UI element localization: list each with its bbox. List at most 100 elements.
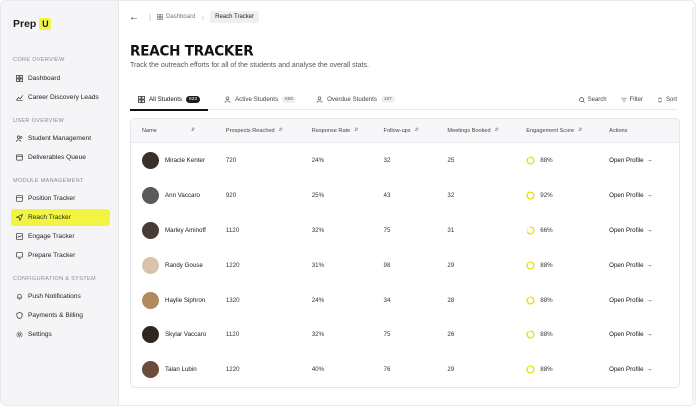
meetings-cell: 29 (447, 261, 455, 269)
divider: | (149, 12, 152, 22)
back-arrow-icon[interactable]: ← (129, 12, 143, 23)
scrollbar[interactable] (692, 7, 694, 402)
follow-ups-cell: 32 (383, 156, 391, 164)
table-body: Miracle Kenter 720 24% 32 25 88% Open Pr… (131, 143, 679, 387)
grid-icon (157, 14, 164, 20)
prospects-cell: 1220 (225, 366, 240, 374)
meetings-cell: 28 (447, 296, 455, 304)
engagement-ring-icon (526, 295, 535, 305)
sidebar-item-career-discovery-leads[interactable]: Career Discovery Leads (11, 89, 110, 106)
tab-active-students[interactable]: Active Students 656 (216, 90, 304, 110)
open-profile-label: Open Profile (609, 331, 644, 339)
engagement-ring-icon (526, 191, 535, 200)
header-prospects[interactable]: Prospects Reached ⇵ (226, 128, 312, 134)
brand-name: Prep (13, 18, 37, 30)
page-title: REACH TRACKER (130, 42, 254, 60)
engagement-score: 88% (540, 261, 553, 269)
sidebar-item-label: Career Discovery Leads (28, 94, 99, 101)
student-name: Talan Lubin (165, 366, 197, 374)
user-icon (316, 96, 323, 103)
name-cell: Randy Gouse (131, 256, 226, 274)
section-label-configuration-system: Configuration & System (13, 276, 96, 282)
engagement-cell: 66% (526, 226, 609, 235)
student-name: Marley Aminoff (165, 226, 206, 234)
header-meetings[interactable]: Meetings Booked ⇵ (447, 128, 526, 134)
table-row: Skylar Vaccaro 1120 32% 75 26 88% Open P… (131, 317, 679, 352)
header-name[interactable]: Name ⇵ (131, 128, 226, 134)
send-icon (16, 214, 23, 221)
engagement-cell: 88% (526, 261, 609, 270)
sidebar-item-engage-tracker[interactable]: Engage Tracker (11, 228, 110, 245)
follow-ups-cell: 43 (383, 191, 391, 199)
sidebar-item-deliverables-queue[interactable]: Deliverables Queue (11, 149, 110, 166)
sort-icon: ⇵ (578, 127, 583, 133)
open-profile-link[interactable]: Open Profile → (609, 297, 679, 304)
open-profile-link[interactable]: Open Profile → (609, 157, 679, 164)
header-response-rate[interactable]: Response Rate ⇵ (312, 128, 384, 134)
search-icon (578, 96, 585, 103)
name-cell: Talan Lubin (131, 361, 226, 379)
tab-label: Overdue Students (327, 96, 377, 103)
tab-label: All Students (149, 96, 183, 103)
follow-ups-cell: 75 (383, 331, 391, 339)
avatar (142, 291, 159, 309)
open-profile-link[interactable]: Open Profile → (609, 262, 679, 269)
sidebar-item-settings[interactable]: Settings (11, 326, 110, 343)
sidebar-item-reach-tracker[interactable]: Reach Tracker (11, 209, 110, 226)
sidebar-item-position-tracker[interactable]: Position Tracker (11, 190, 110, 207)
prospects-cell: 720 (225, 156, 237, 164)
name-cell: Marley Aminoff (131, 221, 226, 239)
follow-ups-cell: 75 (383, 226, 391, 234)
response-rate-cell: 24% (311, 296, 325, 304)
engagement-score: 88% (540, 366, 553, 374)
table-row: Randy Gouse 1220 31% 98 29 88% Open Prof… (131, 248, 679, 283)
brand-logo[interactable]: Prep U (13, 17, 110, 31)
section-label-core-overview: Core Overview (13, 57, 65, 63)
sort-icon: ⇵ (414, 127, 419, 133)
follow-ups-cell: 34 (383, 296, 391, 304)
prospects-cell: 1220 (225, 261, 240, 269)
sidebar-item-dashboard[interactable]: Dashboard (11, 70, 110, 87)
tab-label: Active Students (235, 96, 279, 103)
open-profile-link[interactable]: Open Profile → (609, 227, 679, 234)
filter-icon (621, 97, 627, 102)
engagement-ring-icon (526, 261, 535, 270)
tab-overdue-students[interactable]: Overdue Students 167 (308, 90, 403, 110)
student-name: Miracle Kenter (165, 156, 205, 164)
grid-icon (138, 96, 145, 103)
prospects-cell: 1120 (225, 331, 240, 339)
bell-icon (16, 293, 23, 300)
sidebar-item-push-notifications[interactable]: Push Notifications (11, 288, 110, 305)
arrow-right-icon: → (646, 296, 653, 304)
header-label: Name (142, 127, 157, 134)
sidebar-item-student-management[interactable]: Student Management (11, 130, 110, 147)
header-engagement[interactable]: Engagement Score ⇵ (526, 128, 609, 134)
engagement-score: 88% (540, 296, 553, 304)
open-profile-link[interactable]: Open Profile → (609, 331, 679, 338)
filter-button[interactable]: Filter (621, 97, 643, 103)
header-follow-ups[interactable]: Follow-ups ⇵ (384, 128, 448, 134)
section-label-module-management: Module Management (13, 178, 84, 184)
meetings-cell: 26 (447, 331, 455, 339)
header-actions: Actions (609, 128, 679, 134)
open-profile-link[interactable]: Open Profile → (609, 366, 679, 373)
sort-button[interactable]: Sort (657, 97, 677, 103)
meetings-cell: 31 (447, 226, 455, 234)
search-button[interactable]: Search (578, 96, 607, 103)
open-profile-label: Open Profile (609, 261, 644, 269)
sidebar-item-payments-billing[interactable]: Payments & Billing (11, 307, 110, 324)
chart-icon (16, 233, 23, 240)
tab-all-students[interactable]: All Students 823 (130, 90, 209, 111)
window-icon (16, 195, 23, 202)
sidebar-item-label: Reach Tracker (28, 214, 71, 221)
sidebar-item-label: Engage Tracker (28, 233, 75, 240)
main-content: ← | Dashboard › Reach Tracker REACH TRAC… (119, 1, 695, 405)
sidebar-item-prepare-tracker[interactable]: Prepare Tracker (11, 247, 110, 264)
avatar (142, 361, 159, 379)
open-profile-link[interactable]: Open Profile → (609, 192, 679, 199)
avatar (142, 151, 159, 169)
engagement-ring-icon (526, 226, 535, 235)
avatar (142, 221, 159, 239)
breadcrumb-item-dashboard[interactable]: Dashboard (157, 14, 195, 20)
arrow-right-icon: → (646, 261, 653, 269)
